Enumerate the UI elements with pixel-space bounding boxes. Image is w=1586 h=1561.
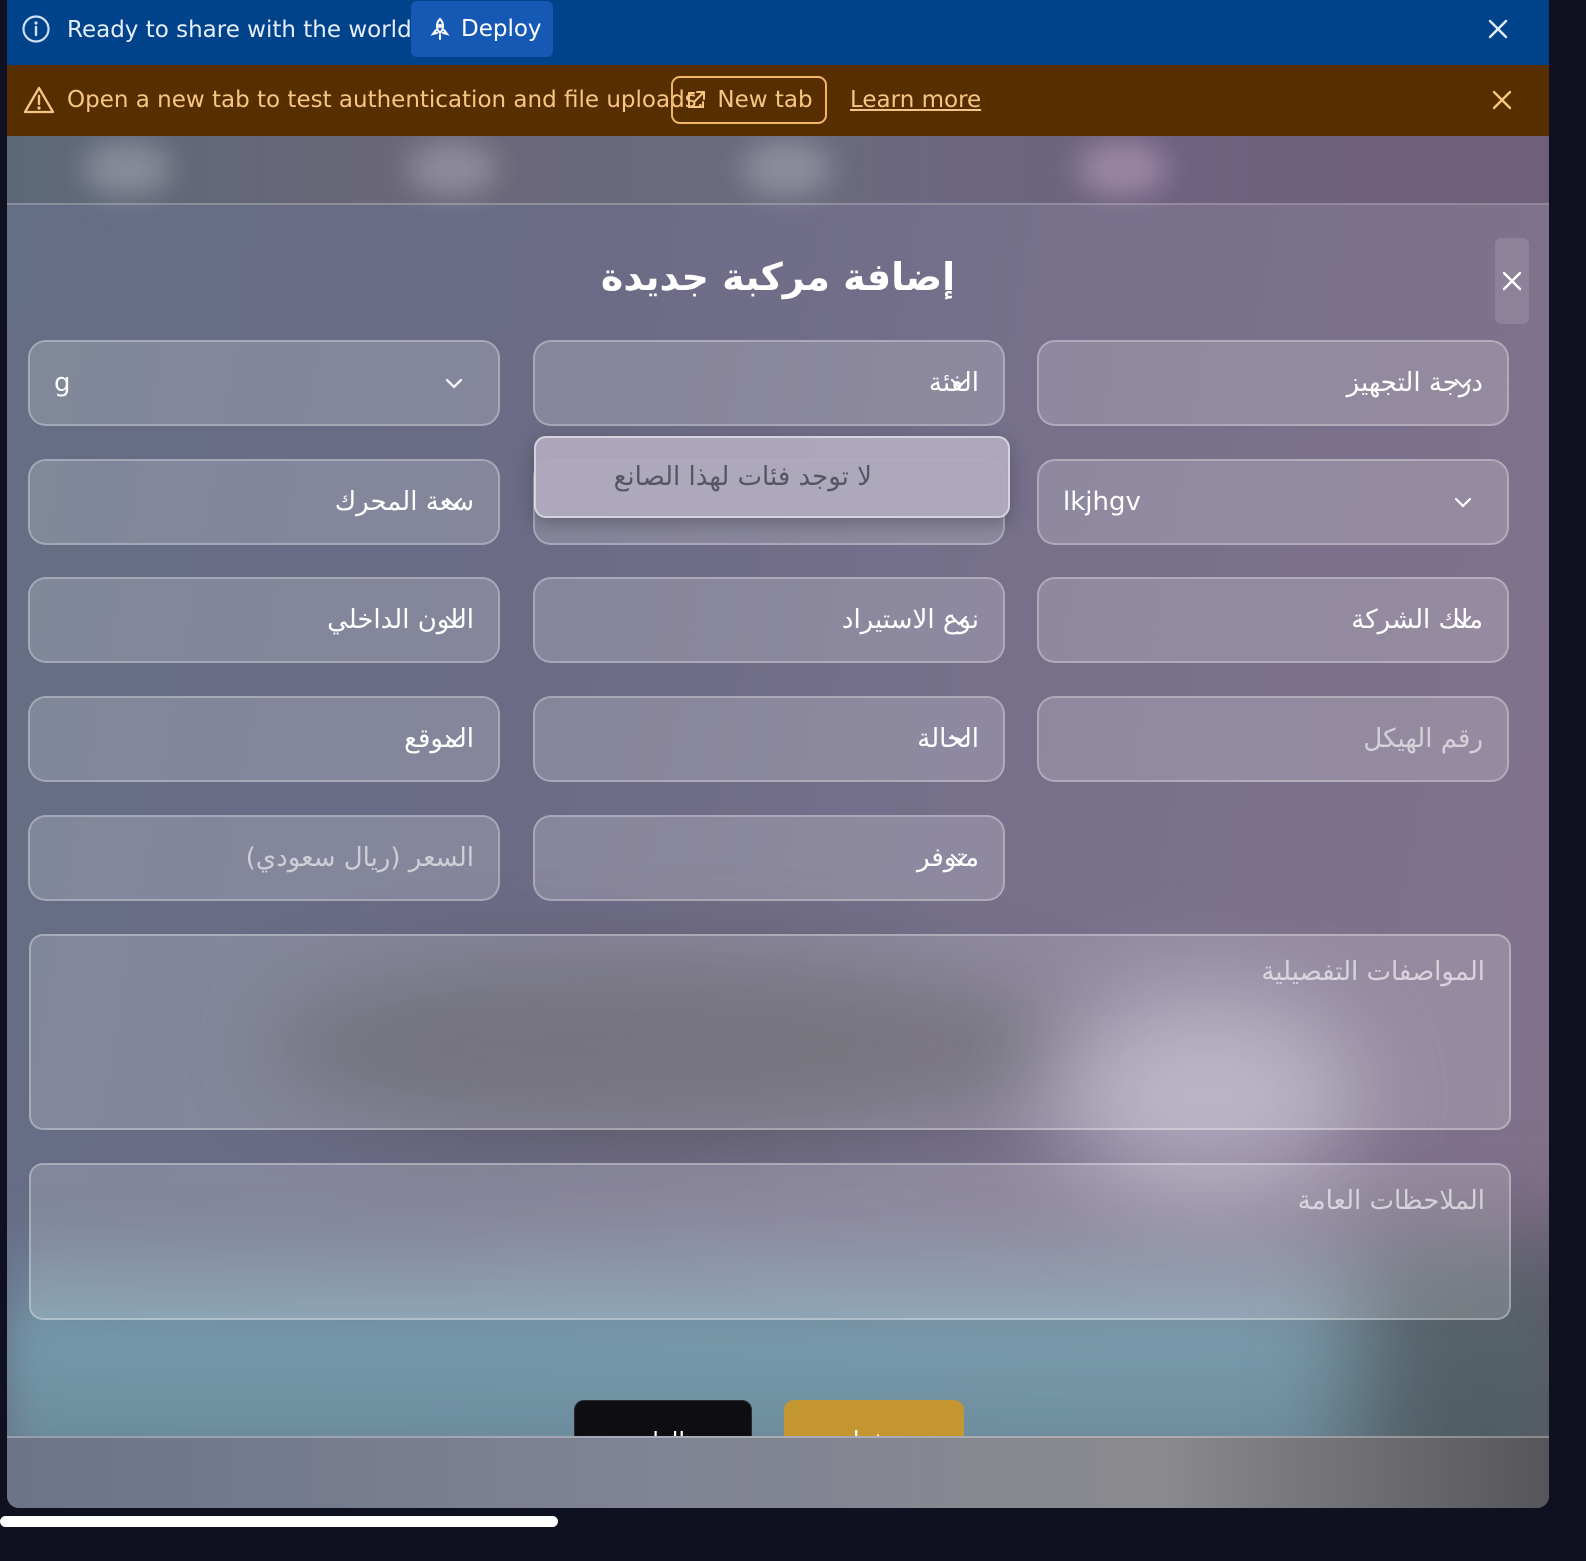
new-tab-label: New tab: [717, 87, 813, 113]
deploy-banner-message: Ready to share with the world?: [67, 17, 424, 43]
new-tab-button[interactable]: New tab: [671, 76, 827, 124]
chevron-down-icon: [950, 615, 968, 626]
import-type-select[interactable]: نوع الاستيراد: [533, 577, 1005, 663]
chevron-down-icon: [1454, 497, 1472, 508]
chevron-down-icon: [950, 853, 968, 864]
location-select[interactable]: الموقع: [28, 696, 500, 782]
app-frame: إضافة مركبة جديدة درجة التجهيز الفئة g l…: [7, 136, 1549, 1508]
learn-more-link[interactable]: Learn more: [850, 85, 981, 115]
horizontal-scrollbar[interactable]: [0, 1516, 558, 1527]
background-footer: [7, 1436, 1549, 1508]
warning-banner-message: Open a new tab to test authentication an…: [67, 87, 704, 113]
engine-capacity-select[interactable]: سعة المحرك: [28, 459, 500, 545]
interior-color-select[interactable]: اللون الداخلي: [28, 577, 500, 663]
chevron-down-icon: [950, 734, 968, 745]
manufacturer-select[interactable]: lkjhgv: [1037, 459, 1509, 545]
chevron-down-icon: [950, 378, 968, 389]
close-icon[interactable]: [1485, 16, 1511, 42]
dropdown-empty-message: لا توجد فئات لهذا الصانع: [613, 462, 872, 492]
chevron-down-icon: [1454, 615, 1472, 626]
chevron-down-icon: [445, 734, 463, 745]
warning-banner: Open a new tab to test authentication an…: [7, 65, 1549, 136]
company-owned-select[interactable]: ملك الشركة: [1037, 577, 1509, 663]
detailed-specs-textarea[interactable]: المواصفات التفصيلية: [29, 934, 1511, 1130]
trim-level-select[interactable]: درجة التجهيز: [1037, 340, 1509, 426]
status-select[interactable]: الحالة: [533, 696, 1005, 782]
deploy-button-label: Deploy: [461, 16, 542, 42]
background-header: [7, 136, 1549, 205]
chassis-number-input[interactable]: رقم الهيكل: [1037, 696, 1509, 782]
general-notes-textarea[interactable]: الملاحظات العامة: [29, 1163, 1511, 1320]
info-icon: [22, 15, 50, 43]
deploy-button[interactable]: Deploy: [411, 1, 553, 57]
close-icon[interactable]: [1489, 87, 1515, 113]
warning-icon: [23, 86, 55, 114]
chevron-down-icon: [445, 497, 463, 508]
chevron-down-icon: [1454, 378, 1472, 389]
availability-select[interactable]: متوفر: [533, 815, 1005, 901]
rocket-icon: [430, 17, 450, 40]
external-link-icon: [688, 91, 706, 108]
price-input[interactable]: السعر (ريال سعودي): [28, 815, 500, 901]
model-select[interactable]: g: [28, 340, 500, 426]
modal-title: إضافة مركبة جديدة: [600, 255, 956, 299]
category-select[interactable]: الفئة: [533, 340, 1005, 426]
deploy-banner: Ready to share with the world? Deploy: [7, 0, 1549, 65]
category-dropdown-menu: لا توجد فئات لهذا الصانع: [534, 436, 1010, 518]
chevron-down-icon: [445, 378, 463, 389]
chevron-down-icon: [445, 615, 463, 626]
